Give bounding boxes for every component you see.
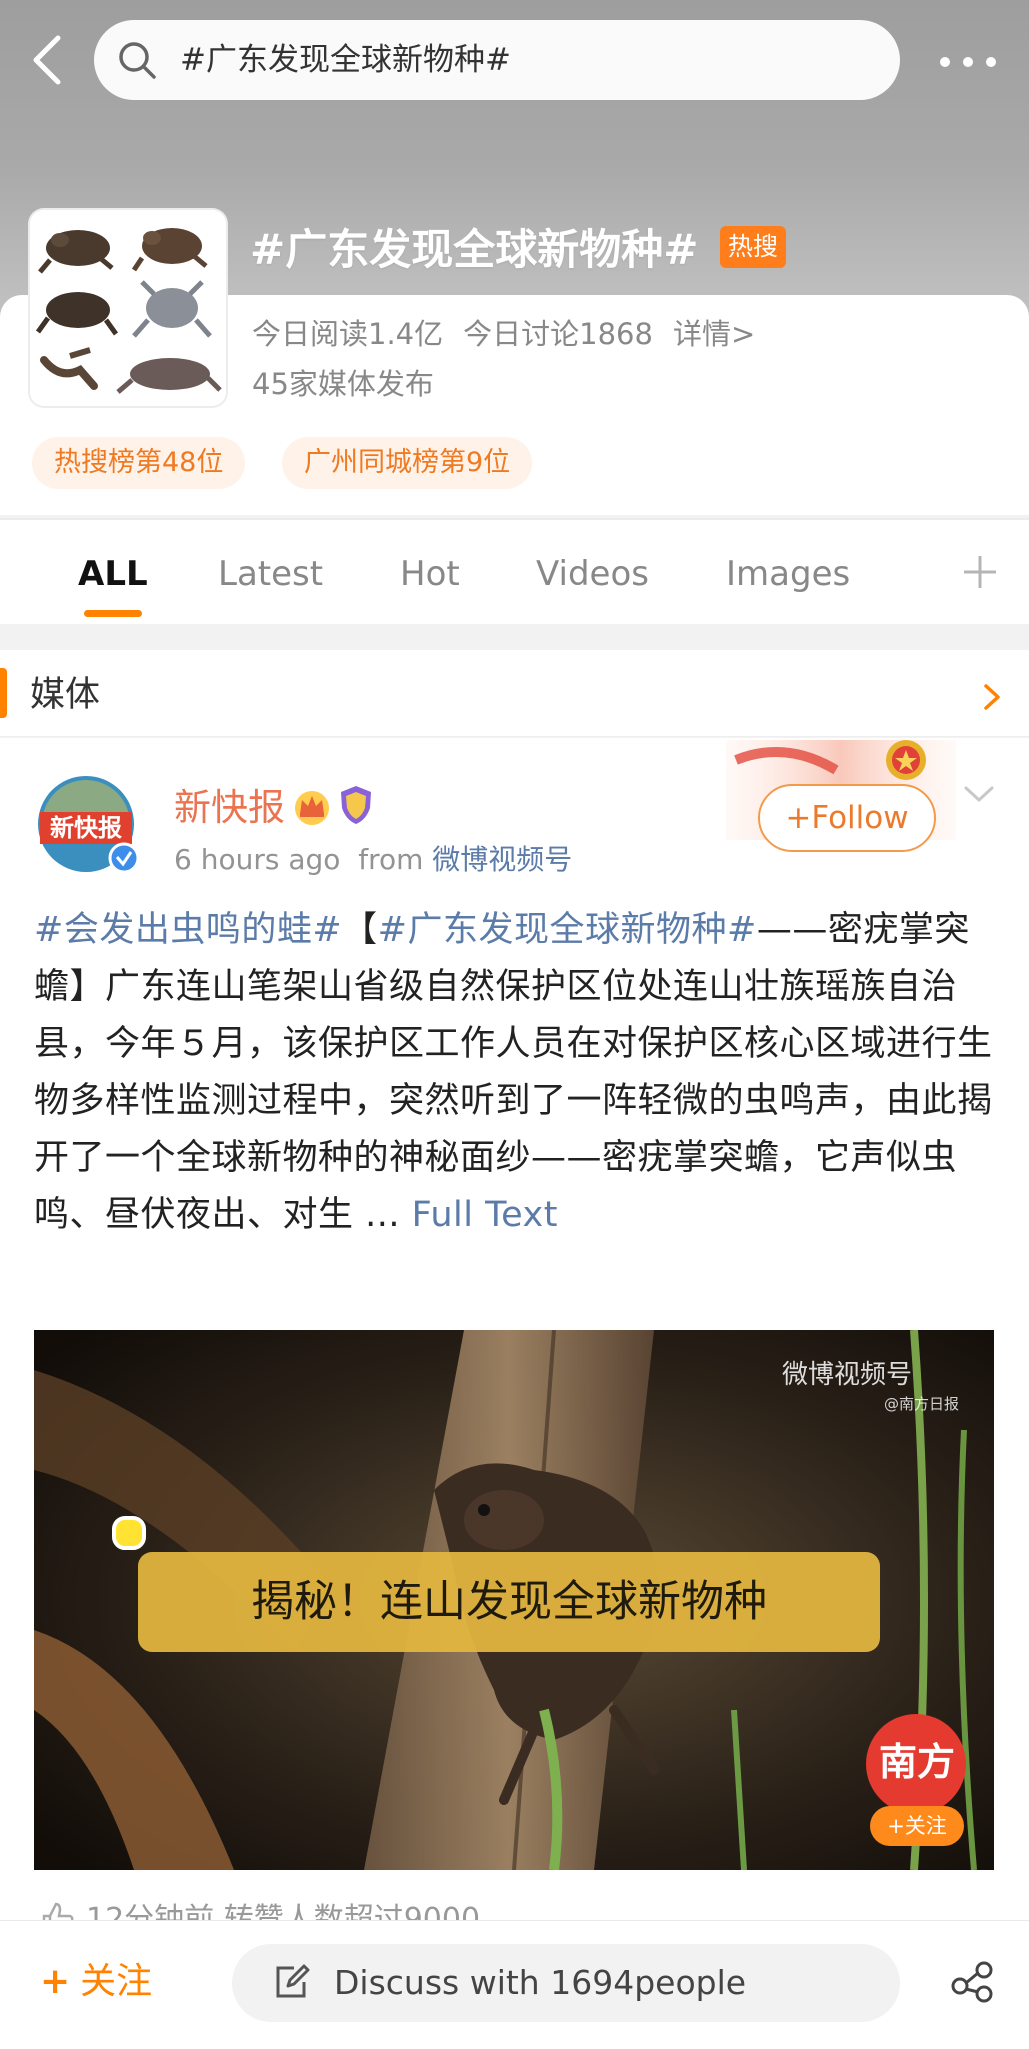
hot-search-badge: 热搜 — [720, 226, 787, 268]
post-body: #会发出虫鸣的蛙#【#广东发现全球新物种#——密疣掌突蟾】广东连山笔架山省级自然… — [34, 902, 996, 1244]
author-name[interactable]: 新快报 — [174, 784, 285, 832]
video-caption-dot — [112, 1516, 146, 1550]
post-meta: 6 hours ago from 微博视频号 — [174, 840, 572, 880]
hashtag-link[interactable]: #会发出虫鸣的蛙# — [34, 910, 342, 950]
video-caption: 揭秘！连山发现全球新物种 — [138, 1552, 880, 1652]
follow-button[interactable]: +Follow — [758, 784, 936, 852]
city-rank-tag[interactable]: 广州同城榜第9位 — [282, 437, 533, 489]
tab-all[interactable]: ALL — [78, 552, 148, 596]
video-watermark: 微博视频号 — [782, 1360, 913, 1390]
tab-latest[interactable]: Latest — [218, 552, 323, 596]
hot-search-rank-tag[interactable]: 热搜榜第48位 — [32, 437, 246, 489]
search-query[interactable]: #广东发现全球新物种# — [180, 38, 511, 82]
discussions-count: 今日讨论1868 — [463, 317, 653, 351]
tab-hot[interactable]: Hot — [400, 552, 460, 596]
section-title: 媒体 — [30, 675, 101, 715]
section-accent-bar — [0, 668, 7, 718]
frog-specimens-image — [30, 210, 226, 406]
media-section-header[interactable] — [0, 650, 1029, 737]
more-options-icon[interactable] — [938, 46, 998, 76]
search-icon — [119, 42, 156, 79]
post-text: ——密疣掌突蟾】广东连山笔架山省级自然保护区位处连山壮族瑶族自治县，今年５月，该… — [34, 910, 993, 1235]
bracket-open: 【 — [342, 910, 378, 950]
post-source-link[interactable]: 微博视频号 — [432, 843, 572, 876]
follow-topic-button[interactable]: + 关注 — [40, 1958, 152, 2006]
tab-images[interactable]: Images — [726, 552, 850, 596]
avatar[interactable]: 新快报 — [34, 766, 142, 876]
plus-icon: + — [40, 1961, 71, 2002]
follow-topic-label: 关注 — [80, 1961, 153, 2002]
follow-button-label: Follow — [811, 800, 909, 836]
active-tab-indicator — [84, 610, 142, 617]
plus-icon: + — [785, 800, 812, 836]
media-count: 45家媒体发布 — [252, 367, 434, 401]
topic-thumbnail[interactable] — [30, 210, 226, 406]
nanfang-follow-button[interactable]: +关注 — [870, 1806, 964, 1846]
avatar-label: 新快报 — [50, 814, 122, 842]
details-link[interactable]: 详情> — [673, 317, 755, 351]
shield-icon — [341, 786, 371, 824]
crown-icon — [295, 791, 329, 825]
reads-count: 今日阅读1.4亿 — [252, 317, 444, 351]
video-watermark-source: @南方日报 — [884, 1395, 960, 1413]
chevron-down-icon[interactable] — [962, 780, 996, 808]
tab-videos[interactable]: Videos — [536, 552, 649, 596]
tab-bar — [0, 518, 1029, 624]
edit-icon — [276, 1964, 310, 1998]
post-time: 6 hours ago — [174, 843, 341, 876]
discuss-label: Discuss with 1694people — [334, 1963, 747, 2002]
chevron-right-icon[interactable] — [980, 682, 1004, 712]
add-tab-icon[interactable] — [960, 552, 1000, 592]
full-text-link[interactable]: Full Text — [412, 1195, 558, 1235]
hashtag-link[interactable]: #广东发现全球新物种# — [378, 910, 757, 950]
topic-title: #广东发现全球新物种# — [250, 225, 699, 274]
nanfang-logo-text: 南方 — [878, 1739, 955, 1784]
post-from-label: from — [358, 843, 424, 876]
topic-stats: 今日阅读1.4亿 今日讨论1868 详情> — [252, 312, 775, 356]
share-icon[interactable] — [950, 1958, 996, 2004]
back-icon[interactable] — [24, 30, 72, 90]
